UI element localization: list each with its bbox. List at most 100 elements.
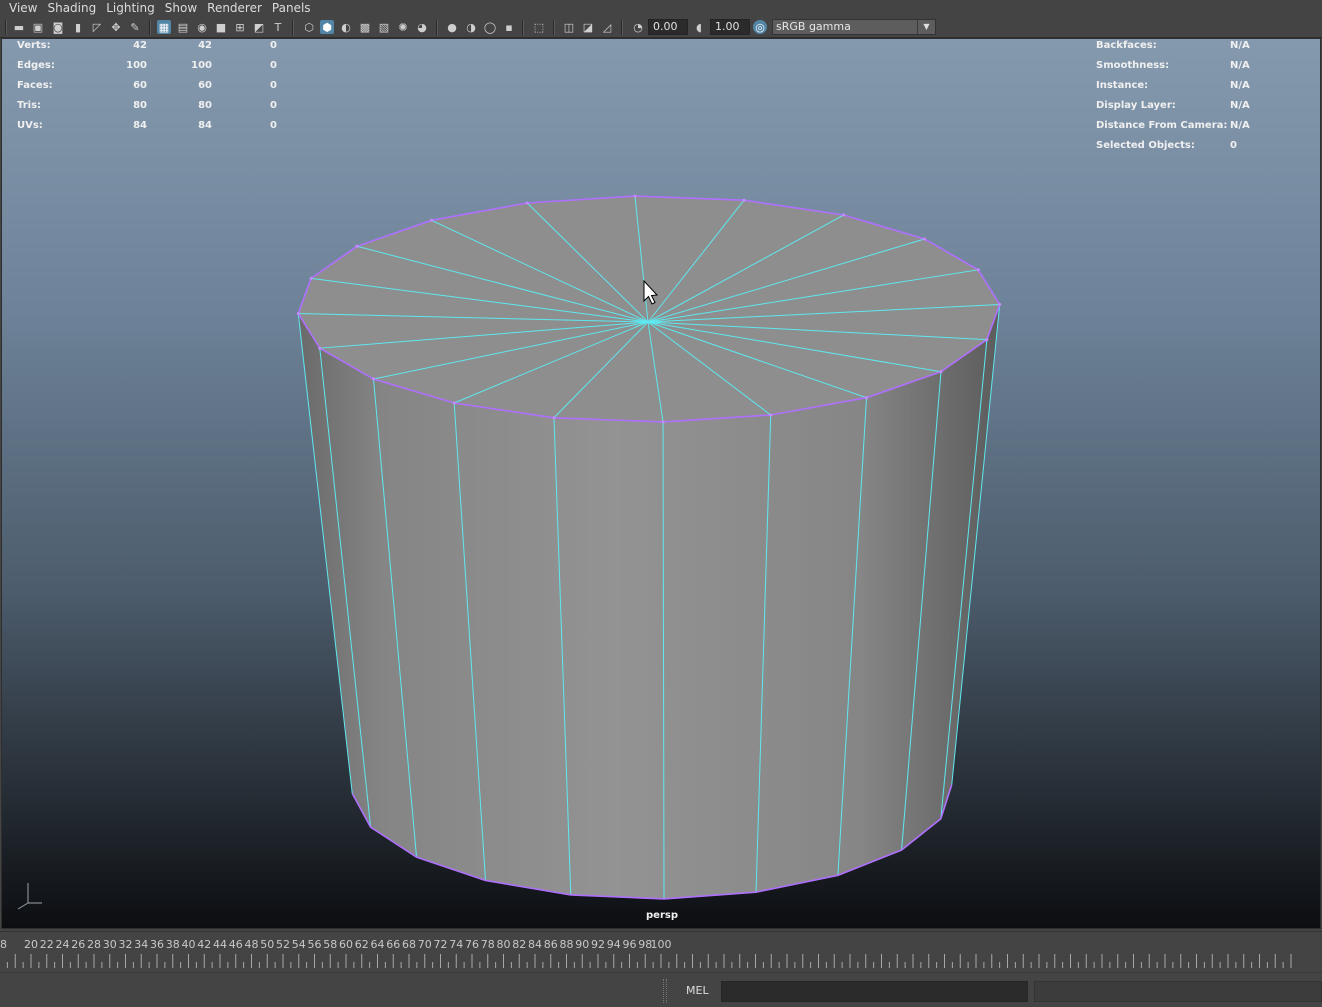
menu-panels[interactable]: Panels [267, 0, 316, 17]
timeline-frame-label: 44 [213, 938, 227, 951]
resolution-gate-icon[interactable]: ◉ [195, 20, 209, 34]
film-gate-icon[interactable]: ▤ [176, 20, 190, 34]
timeline-frame-label: 78 [481, 938, 495, 951]
shadows-icon[interactable]: ◕ [415, 20, 429, 34]
xray-components-icon[interactable]: ◿ [600, 20, 614, 34]
xray-joints-icon[interactable]: ◪ [581, 20, 595, 34]
checker-icon[interactable]: ▧ [377, 20, 391, 34]
timeline-frame-label: 92 [591, 938, 605, 951]
ambient-occlusion-icon[interactable]: ● [445, 20, 459, 34]
timeline-frame-label: 80 [497, 938, 511, 951]
timeline-frame-label: 50 [260, 938, 274, 951]
two-d-pan-icon[interactable]: ✥ [109, 20, 123, 34]
gamma-icon[interactable]: ◖ [692, 20, 706, 34]
mesh-vertex [452, 401, 456, 405]
chevron-down-icon[interactable]: ▼ [917, 20, 935, 34]
hud-value-object: 84 [133, 120, 147, 131]
grease-pencil-icon[interactable]: ✎ [128, 20, 142, 34]
exposure-icon[interactable]: ◔ [631, 20, 645, 34]
hud-value-selected: 80 [198, 100, 212, 111]
hud-value: 0 [1230, 140, 1237, 151]
mesh-vertex [922, 237, 926, 241]
safe-action-icon[interactable]: ◩ [252, 20, 266, 34]
menu-shading[interactable]: Shading [42, 0, 101, 17]
hud-value: N/A [1230, 120, 1250, 131]
timeline-frame-label: 88 [560, 938, 574, 951]
depth-of-field-icon[interactable]: ▪ [502, 20, 516, 34]
lights-icon[interactable]: ✺ [396, 20, 410, 34]
xray-icon[interactable]: ◫ [562, 20, 576, 34]
grid-icon[interactable]: ▦ [157, 20, 171, 34]
menu-view[interactable]: View [4, 0, 42, 17]
hud-value-selected: 42 [198, 40, 212, 51]
wireframe-icon[interactable]: ⬡ [302, 20, 316, 34]
exposure-field[interactable]: 0.00 [648, 19, 688, 35]
mesh-vertex [525, 201, 529, 205]
timeline-frame-label: 82 [512, 938, 526, 951]
field-chart-icon[interactable]: ⊞ [233, 20, 247, 34]
timeline-frame-label: 90 [575, 938, 589, 951]
hud-value-component: 0 [270, 100, 277, 111]
object-details-hud: Backfaces: N/A Smoothness: N/A Instance: N/A D… [1096, 39, 1316, 156]
hud-value-object: 100 [126, 60, 147, 71]
hud-row-detail: Backfaces: N/A [1096, 39, 1316, 56]
hud-value-selected: 84 [198, 120, 212, 131]
poly-count-hud: Verts: 42 42 0 Edges: 100 100 0 Faces: 60 60 0 Tris:… [17, 39, 277, 136]
perspective-viewport[interactable]: Verts: 42 42 0 Edges: 100 100 0 Faces: 60 60 0 Tris:… [1, 38, 1321, 929]
mesh-vertex [976, 268, 980, 272]
textured-icon[interactable]: ▩ [358, 20, 372, 34]
hud-value: N/A [1230, 100, 1250, 111]
mesh-vertex [939, 370, 943, 374]
mesh-vertex [429, 218, 433, 222]
script-language-toggle[interactable]: MEL [686, 984, 709, 997]
camera-lock-icon[interactable]: ◙ [51, 20, 65, 34]
toolbar-separator [292, 20, 294, 35]
menu-show[interactable]: Show [160, 0, 202, 17]
timeline-frame-label: 28 [87, 938, 101, 951]
hud-label: Display Layer: [1096, 100, 1176, 111]
timeline-frame-label: 86 [544, 938, 558, 951]
timeline-frame-label: 58 [323, 938, 337, 951]
gate-mask-icon[interactable]: ■ [214, 20, 228, 34]
viewport-menu-bar: View Shading Lighting Show Renderer Panels [0, 0, 1322, 17]
timeline-frame-label: 56 [308, 938, 322, 951]
smooth-shade-icon[interactable]: ⬢ [320, 20, 334, 34]
mesh-vertex [998, 302, 1002, 306]
safe-title-icon[interactable]: T [271, 20, 285, 34]
menu-lighting[interactable]: Lighting [101, 0, 160, 17]
cylinder-mesh[interactable] [2, 39, 1321, 929]
wireframe-on-shaded-icon[interactable]: ◐ [339, 20, 353, 34]
bookmark-icon[interactable]: ▮ [71, 20, 85, 34]
command-result-field [1034, 981, 1322, 1002]
timeline-frame-label: 72 [434, 938, 448, 951]
hud-row-detail: Instance: N/A [1096, 76, 1316, 96]
anti-aliasing-icon[interactable]: ◯ [483, 20, 497, 34]
drag-handle-icon[interactable] [663, 979, 667, 1003]
mesh-vertex [355, 244, 359, 248]
hud-row-edges: Edges: 100 100 0 [17, 56, 277, 76]
isolate-select-icon[interactable]: ⬚ [532, 20, 546, 34]
camera-icon[interactable]: ▬ [12, 20, 26, 34]
mesh-vertex [985, 338, 989, 342]
command-input[interactable] [721, 981, 1028, 1002]
color-management-icon[interactable]: ◎ [753, 20, 767, 34]
hud-value-component: 0 [270, 40, 277, 51]
time-slider[interactable]: 8 20 22 24 26 28 30 32 34 36 38 40 42 44 46 48 50 52 54 56 5… [0, 931, 1322, 971]
time-ruler[interactable]: 8 20 22 24 26 28 30 32 34 36 38 40 42 44 46 48 50 52 54 56 5… [0, 932, 1322, 972]
gamma-field[interactable]: 1.00 [710, 19, 750, 35]
hud-value-object: 60 [133, 80, 147, 91]
timeline-frame-label: 62 [355, 938, 369, 951]
color-space-dropdown[interactable]: sRGB gamma ▼ [772, 19, 936, 35]
timeline-frame-label: 42 [197, 938, 211, 951]
motion-blur-icon[interactable]: ◑ [464, 20, 478, 34]
viewport-toolbar: ▬ ▣ ◙ ▮ ◸ ✥ ✎ ▦ ▤ ◉ ■ ⊞ ◩ T ⬡ ⬢ ◐ ▩ ▧ ✺ … [0, 17, 1322, 38]
camera-attributes-icon[interactable]: ▣ [31, 20, 45, 34]
hud-value: N/A [1230, 40, 1250, 51]
mesh-vertex [372, 377, 376, 381]
timeline-frame-label: 20 [24, 938, 38, 951]
timeline-frame-label: 36 [150, 938, 164, 951]
mesh-vertex [742, 198, 746, 202]
menu-renderer[interactable]: Renderer [202, 0, 267, 17]
image-plane-icon[interactable]: ◸ [90, 20, 104, 34]
timeline-frame-label: 70 [418, 938, 432, 951]
